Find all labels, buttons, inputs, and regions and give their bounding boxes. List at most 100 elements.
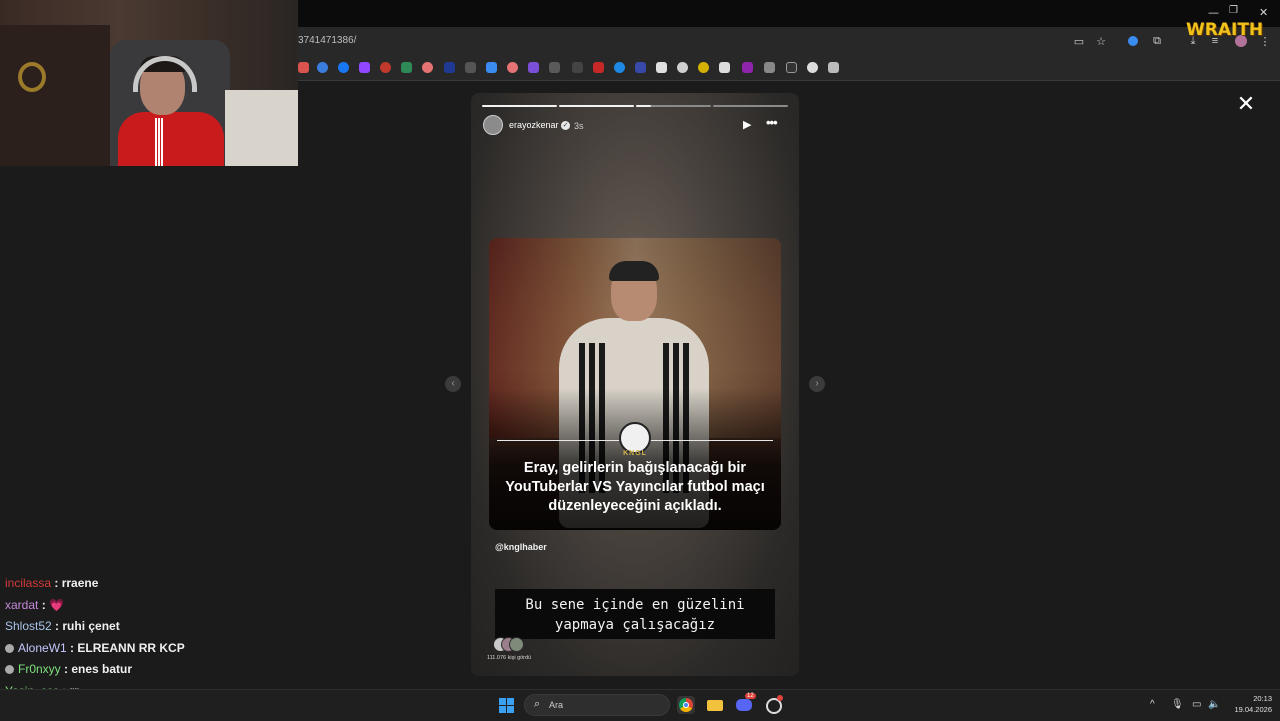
bookmark-icon[interactable] — [401, 62, 412, 73]
chat-separator: : — [51, 576, 62, 590]
system-clock[interactable]: 20:13 19.04.2026 — [1226, 693, 1272, 715]
bookmark-icon[interactable] — [742, 62, 753, 73]
chat-badge-icon — [5, 665, 14, 674]
next-story-button[interactable]: › — [809, 376, 825, 392]
story-username[interactable]: erayozkenar — [509, 120, 559, 130]
chat-message: Fr0nxyy : enes batur — [5, 662, 132, 676]
bookmark-icon[interactable] — [507, 62, 518, 73]
extension-icon[interactable] — [1126, 34, 1140, 48]
chat-separator: : — [51, 619, 63, 633]
chat-separator: : — [38, 597, 50, 612]
restore-button[interactable]: ❐ — [1229, 5, 1238, 16]
story-progress-segment — [482, 105, 557, 107]
minimize-button[interactable]: — — [1208, 6, 1219, 19]
chat-text: 💗 — [49, 597, 64, 612]
webcam-overlay — [0, 0, 298, 166]
bookmark-icon[interactable] — [593, 62, 604, 73]
story-frame[interactable]: erayozkenar ✓ 3s ▶ ••• KNGL Eray, gelirl… — [471, 93, 799, 676]
kngl-logo-text: KNGL — [623, 450, 647, 457]
bookmark-icon[interactable] — [549, 62, 560, 73]
bookmark-icon[interactable] — [444, 62, 455, 73]
story-timestamp: 3s — [574, 121, 584, 131]
bookmarks-bar — [298, 56, 1280, 81]
close-story-button[interactable]: ✕ — [1236, 94, 1256, 116]
viewer-avatar — [509, 637, 524, 652]
chat-message: Shlost52 : ruhi çenet — [5, 619, 120, 633]
chat-username[interactable]: Fr0nxyy — [18, 662, 61, 676]
previous-story-button[interactable]: ‹ — [445, 376, 461, 392]
chat-message: AloneW1 : ELREANN RR KCP — [5, 641, 185, 655]
file-explorer-icon[interactable] — [706, 696, 724, 714]
story-progress-segment — [713, 105, 788, 107]
chat-message: xardat : 💗 — [5, 598, 64, 612]
extensions-puzzle-icon[interactable]: ⧉ — [1150, 34, 1164, 48]
discord-notification-badge: 12 — [745, 693, 756, 699]
chat-badge-icon — [5, 643, 14, 653]
taskbar: ⌕ Ara 12 ^ 🎙 ▭ 🔈 20:13 19.04.2026 — [0, 689, 1280, 721]
bookmark-icon[interactable] — [486, 62, 497, 73]
story-progress-fill — [636, 105, 651, 107]
clock-time: 20:13 — [1253, 694, 1272, 703]
wraith-logo: WRAITH — [1186, 20, 1264, 40]
chat-text: rraene — [61, 576, 99, 590]
install-app-icon[interactable]: ▭ — [1072, 34, 1086, 48]
chat-username[interactable]: AloneW1 — [18, 641, 67, 655]
bookmark-icon[interactable] — [786, 62, 797, 73]
chat-text: ruhi çenet — [62, 619, 120, 633]
bookmark-icon[interactable] — [422, 62, 433, 73]
search-icon: ⌕ — [534, 698, 541, 710]
microphone-icon[interactable]: 🎙 — [1171, 699, 1184, 710]
facebook-icon[interactable] — [338, 62, 349, 73]
bookmark-star-icon[interactable]: ☆ — [1094, 34, 1108, 48]
play-icon[interactable]: ▶ — [743, 118, 751, 131]
bookmark-icon[interactable] — [828, 62, 839, 73]
bookmark-icon[interactable] — [807, 62, 818, 73]
view-count[interactable]: 111.076 kişi gördü — [487, 655, 531, 661]
bookmark-icon[interactable] — [719, 62, 730, 73]
bookmark-icon[interactable] — [764, 62, 775, 73]
bookmark-icon[interactable] — [656, 62, 667, 73]
close-window-button[interactable]: ✕ — [1259, 6, 1268, 19]
url-text[interactable]: 3741471386/ — [298, 35, 356, 46]
verified-badge-icon: ✓ — [561, 121, 570, 130]
story-progress-segment — [559, 105, 634, 107]
chat-username[interactable]: Shlost52 — [5, 619, 52, 633]
app-taskbar-icon[interactable] — [764, 695, 783, 714]
subtitle-line-2: yapmaya çalışacağız — [554, 617, 716, 633]
chat-text: ELREANN RR KCP — [77, 640, 185, 655]
news-card-image: KNGL Eray, gelirlerin bağışlanacağı bir … — [489, 238, 781, 530]
bookmark-icon[interactable] — [572, 62, 583, 73]
chat-username[interactable]: xardat — [5, 598, 38, 612]
chat-text: enes batur — [71, 662, 133, 676]
chat-separator: : — [60, 662, 72, 676]
bookmark-icon[interactable] — [698, 62, 709, 73]
bookmark-icon[interactable] — [298, 62, 309, 73]
news-caption: Eray, gelirlerin bağışlanacağı bir YouTu… — [505, 460, 765, 514]
chat-username[interactable]: incilassa — [5, 576, 51, 590]
bookmark-icon[interactable] — [614, 62, 625, 73]
windows-start-icon[interactable] — [499, 698, 514, 713]
more-options-icon[interactable]: ••• — [766, 115, 778, 130]
subtitle-line-1: Bu sene içinde en güzelini — [525, 597, 745, 613]
story-user-avatar[interactable] — [483, 115, 503, 135]
bookmark-icon[interactable] — [677, 62, 688, 73]
address-bar-row: 3741471386/ ▭ ☆ ⧉ ⤓ ≡ ⋮ — [298, 27, 1280, 56]
chat-message: incilassa : rraene — [5, 576, 98, 590]
search-placeholder: Ara — [549, 700, 564, 710]
volume-icon[interactable]: 🔈 — [1208, 699, 1220, 710]
clock-date: 19.04.2026 — [1234, 705, 1272, 714]
source-handle[interactable]: @knglhaber — [495, 542, 547, 552]
network-icon[interactable]: ▭ — [1192, 699, 1201, 710]
tray-overflow-chevron-icon[interactable]: ^ — [1150, 699, 1155, 710]
twitch-icon[interactable] — [359, 62, 370, 73]
subtitle-box: Bu sene içinde en güzelini yapmaya çalış… — [495, 589, 775, 639]
chrome-taskbar-icon[interactable] — [677, 696, 695, 714]
bookmark-icon[interactable] — [380, 62, 391, 73]
discord-icon[interactable]: 12 — [735, 693, 756, 714]
bookmark-icon[interactable] — [635, 62, 646, 73]
bookmark-icon[interactable] — [465, 62, 476, 73]
bookmark-icon[interactable] — [528, 62, 539, 73]
viewer-avatars[interactable] — [493, 637, 529, 652]
bookmark-icon[interactable] — [317, 62, 328, 73]
taskbar-search[interactable]: ⌕ Ara — [524, 694, 670, 716]
